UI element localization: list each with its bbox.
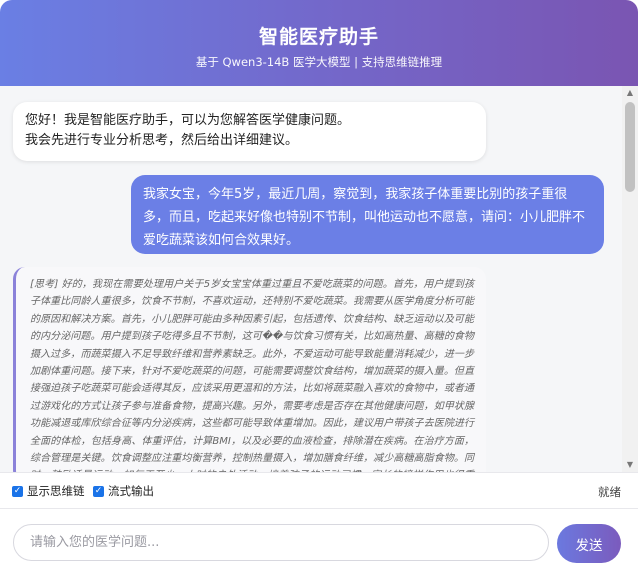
app-title: 智能医疗助手 — [258, 26, 379, 48]
app-header: 智能医疗助手 基于 Qwen3-14B 医学大模型 | 支持思维链推理 — [0, 0, 638, 86]
scroll-up-arrow-icon[interactable]: ▲ — [622, 86, 638, 100]
stream-output-label: 流式输出 — [108, 484, 154, 498]
input-bar: 发送 — [0, 508, 638, 570]
stream-output-toggle[interactable]: ✓ 流式输出 — [93, 484, 154, 498]
assistant-greeting-message: 您好！我是智能医疗助手，可以为您解答医学健康问题。 我会先进行专业分析思考，然后… — [13, 102, 486, 161]
checkbox-checked-icon[interactable]: ✓ — [93, 485, 104, 497]
thinking-chain-message: [思考] 好的，我现在需要处理用户关于5岁女宝宝体重过重且不爱吃蔬菜的问题。首先… — [13, 267, 486, 472]
checkbox-checked-icon[interactable]: ✓ — [12, 485, 23, 497]
greeting-line-2: 我会先进行专业分析思考，然后给出详细建议。 — [25, 133, 299, 148]
chat-scrollbar[interactable]: ▲ ▼ — [622, 86, 638, 472]
chat-area[interactable]: 您好！我是智能医疗助手，可以为您解答医学健康问题。 我会先进行专业分析思考，然后… — [0, 86, 638, 472]
send-button[interactable]: 发送 — [557, 524, 621, 563]
medical-assistant-app: 智能医疗助手 基于 Qwen3-14B 医学大模型 | 支持思维链推理 您好！我… — [0, 0, 638, 570]
greeting-line-1: 您好！我是智能医疗助手，可以为您解答医学健康问题。 — [25, 113, 351, 128]
show-thinking-toggle[interactable]: ✓ 显示思维链 — [12, 484, 85, 498]
status-text: 就绪 — [598, 485, 621, 499]
options-bar: ✓ 显示思维链 ✓ 流式输出 就绪 — [0, 472, 638, 508]
user-question-message: 我家女宝，今年5岁，最近几周，察觉到，我家孩子体重要比别的孩子重很多，而且，吃起… — [131, 175, 604, 254]
app-subtitle: 基于 Qwen3-14B 医学大模型 | 支持思维链推理 — [195, 55, 443, 69]
scroll-down-arrow-icon[interactable]: ▼ — [622, 458, 638, 472]
show-thinking-label: 显示思维链 — [27, 484, 85, 498]
scrollbar-thumb[interactable] — [625, 102, 635, 192]
question-input[interactable] — [13, 524, 549, 561]
